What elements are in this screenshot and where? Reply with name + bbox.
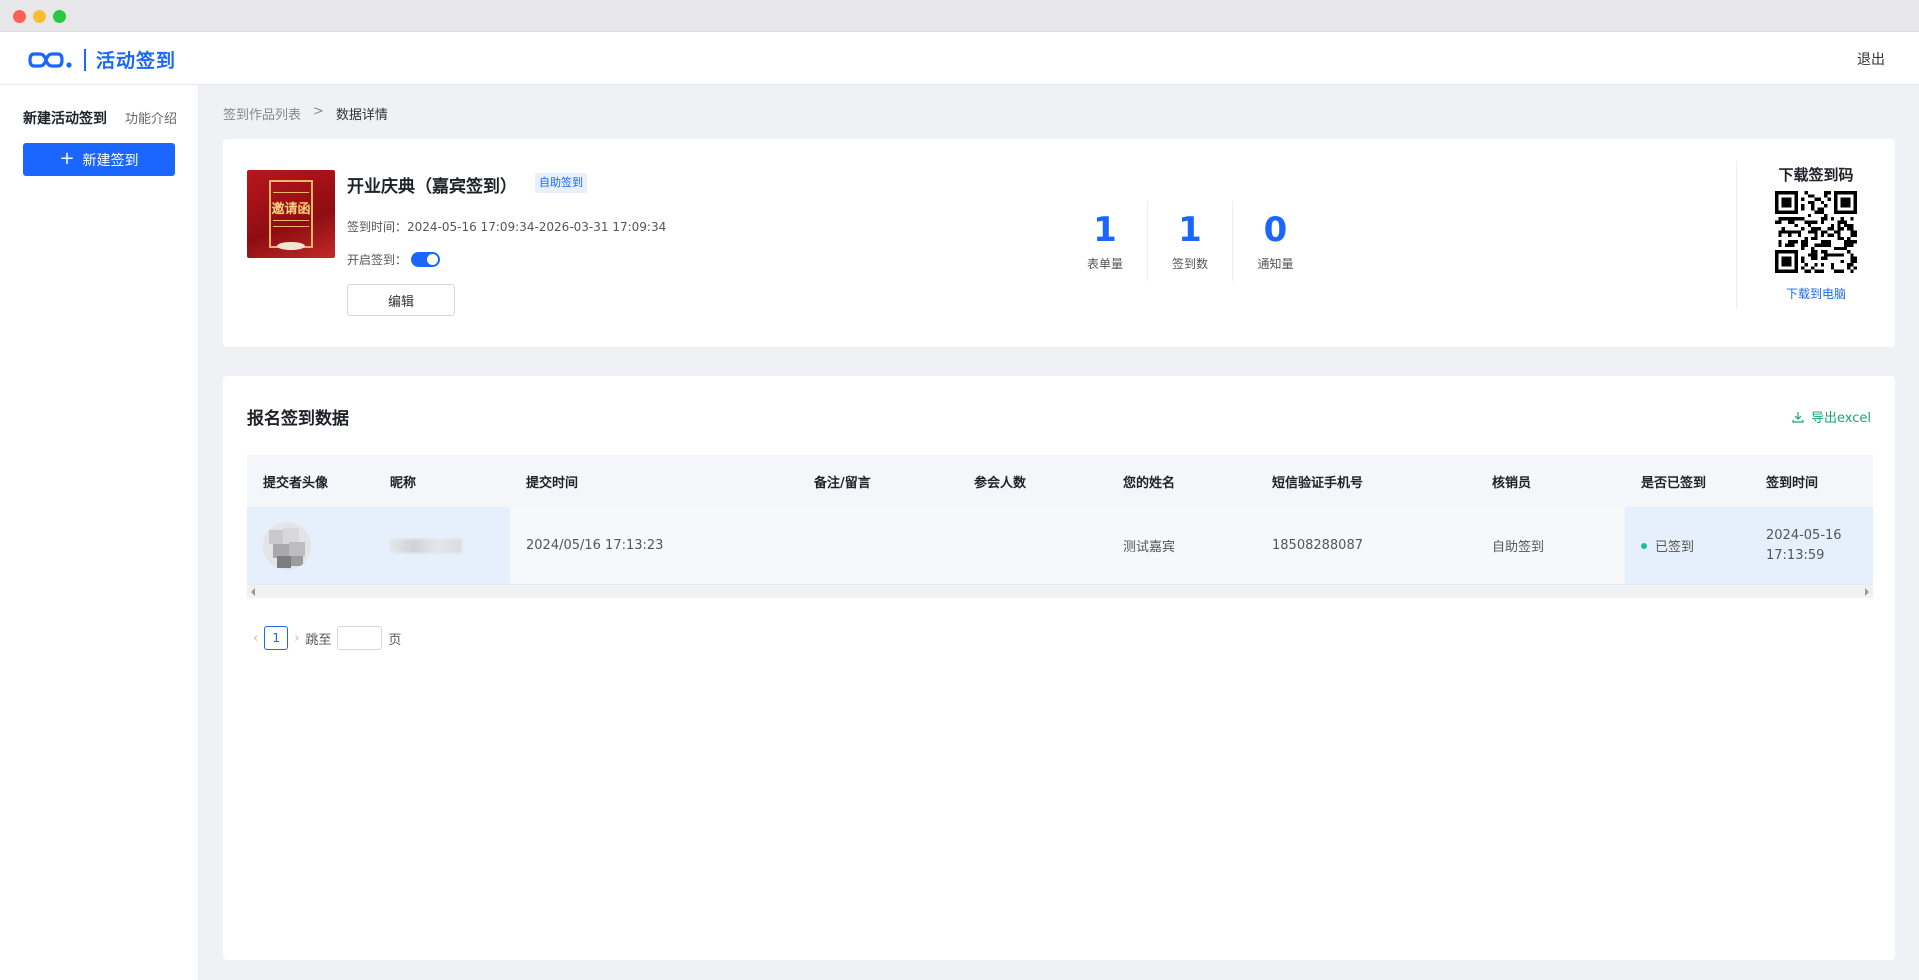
- jump-label: 跳至: [305, 632, 332, 648]
- new-checkin-button[interactable]: + 新建签到: [23, 143, 175, 176]
- column-header: 短信验证手机号: [1272, 475, 1364, 491]
- stat-notifications: 0 通知量: [1233, 201, 1318, 281]
- qr-title: 下载签到码: [1778, 166, 1854, 184]
- stat-checkins: 1 签到数: [1148, 201, 1233, 281]
- cell-avatar: [247, 507, 374, 584]
- event-title: 开业庆典（嘉宾签到）: [347, 177, 517, 197]
- qr-code-image: [1775, 191, 1857, 273]
- download-icon: [1792, 411, 1804, 423]
- cell-remark: [798, 507, 958, 584]
- poster-text: 邀请函: [271, 202, 311, 217]
- column-header: 昵称: [390, 475, 417, 491]
- column-header: 签到时间: [1766, 475, 1819, 491]
- event-summary-card: 邀请函 开业庆典（嘉宾签到） 自助签到 签到时间：2024-05-16 17:0…: [223, 139, 1895, 347]
- export-excel-button[interactable]: 导出excel: [1792, 407, 1871, 426]
- breadcrumb-separator: >: [313, 104, 324, 119]
- close-window-button[interactable]: [13, 10, 26, 23]
- edit-button[interactable]: 编辑: [347, 284, 455, 316]
- event-checkin-time: 签到时间：2024-05-16 17:09:34-2026-03-31 17:0…: [347, 220, 667, 234]
- prev-page-icon[interactable]: ‹: [253, 631, 258, 646]
- checkin-toggle-row: 开启签到：: [347, 251, 441, 268]
- sidebar: 新建活动签到 功能介绍 + 新建签到: [0, 85, 199, 980]
- stat-label: 签到数: [1171, 257, 1208, 271]
- app-logo[interactable]: 活动签到: [28, 46, 176, 73]
- sign-clock: 17:13:59: [1766, 547, 1825, 563]
- app-title: 活动签到: [96, 50, 177, 72]
- column-header: 您的姓名: [1123, 475, 1176, 491]
- scroll-left-icon[interactable]: [251, 588, 255, 596]
- column-header: 提交者头像: [263, 475, 329, 491]
- logo-divider: [84, 48, 86, 71]
- stat-label: 表单量: [1086, 257, 1123, 271]
- checkin-toggle-label: 开启签到：: [347, 253, 408, 267]
- cell-verifier: 自助签到: [1492, 540, 1545, 555]
- cell-phone: 18508288087: [1272, 538, 1363, 553]
- sidebar-tabs: 新建活动签到 功能介绍: [23, 108, 177, 128]
- signup-data-card: 报名签到数据 导出excel 提交者头像 昵称 提交时间 备注/留言 参会人数 …: [223, 376, 1895, 960]
- stat-label: 通知量: [1257, 257, 1294, 271]
- logout-link[interactable]: 退出: [1857, 49, 1885, 69]
- plus-icon: +: [59, 147, 75, 169]
- cell-nickname: [374, 507, 510, 584]
- minimize-window-button[interactable]: [33, 10, 46, 23]
- tab-new-activity[interactable]: 新建活动签到: [23, 108, 107, 128]
- jump-page-input[interactable]: [337, 626, 383, 650]
- stat-value: 1: [1093, 210, 1117, 250]
- stat-value: 1: [1178, 210, 1202, 250]
- pagination: ‹ 1 › 跳至 页: [253, 626, 401, 650]
- avatar: [263, 521, 311, 570]
- breadcrumb-parent[interactable]: 签到作品列表: [223, 104, 301, 123]
- breadcrumb-current: 数据详情: [335, 108, 388, 123]
- table-row[interactable]: 2024/05/16 17:13:23 测试嘉宾 18508288087 自助签…: [247, 507, 1873, 584]
- page-number[interactable]: 1: [264, 626, 289, 650]
- cell-submit-time: 2024/05/16 17:13:23: [526, 538, 664, 553]
- export-excel-label: 导出excel: [1811, 411, 1871, 426]
- tab-feature-intro[interactable]: 功能介绍: [125, 108, 177, 127]
- event-mode-badge: 自助签到: [535, 173, 587, 193]
- nickname-redacted: [390, 538, 462, 553]
- stat-value: 0: [1263, 210, 1288, 250]
- signed-status-text: 已签到: [1655, 540, 1695, 555]
- cell-attendees: [958, 507, 1107, 584]
- scroll-right-icon[interactable]: [1865, 588, 1869, 596]
- column-header: 提交时间: [526, 475, 579, 491]
- qr-code-panel: 下载签到码 下载到电脑: [1736, 161, 1895, 309]
- page-unit-label: 页: [388, 632, 402, 648]
- sign-date: 2024-05-16: [1766, 527, 1842, 543]
- stats-group: 1 表单量 1 签到数 0 通知量: [1063, 201, 1318, 281]
- maximize-window-button[interactable]: [53, 10, 66, 23]
- data-section-title: 报名签到数据: [247, 409, 349, 429]
- new-checkin-label: 新建签到: [82, 152, 139, 169]
- logo-icon: [28, 51, 72, 68]
- next-page-icon[interactable]: ›: [294, 631, 299, 646]
- signed-status-dot: [1641, 542, 1647, 549]
- checkin-toggle[interactable]: [411, 252, 441, 267]
- signup-data-table: 提交者头像 昵称 提交时间 备注/留言 参会人数 您的姓名 短信验证手机号 核销…: [247, 455, 1873, 584]
- column-header: 是否已签到: [1641, 475, 1707, 491]
- app-header: 活动签到 退出: [0, 32, 1919, 85]
- column-header: 备注/留言: [814, 475, 871, 491]
- cell-name: 测试嘉宾: [1123, 540, 1176, 555]
- stat-forms: 1 表单量: [1063, 201, 1148, 281]
- qr-download-link[interactable]: 下载到电脑: [1737, 285, 1895, 302]
- window-titlebar: [0, 0, 1919, 32]
- breadcrumb: 签到作品列表 > 数据详情: [223, 104, 388, 123]
- horizontal-scrollbar[interactable]: [247, 584, 1873, 598]
- cell-sign-time: 2024-05-16 17:13:59: [1750, 507, 1873, 584]
- cell-signed-status: 已签到: [1625, 507, 1750, 584]
- event-poster-image: 邀请函: [247, 170, 335, 258]
- table-header: 提交者头像 昵称 提交时间 备注/留言 参会人数 您的姓名 短信验证手机号 核销…: [247, 455, 1873, 507]
- column-header: 核销员: [1492, 475, 1532, 491]
- column-header: 参会人数: [974, 475, 1027, 491]
